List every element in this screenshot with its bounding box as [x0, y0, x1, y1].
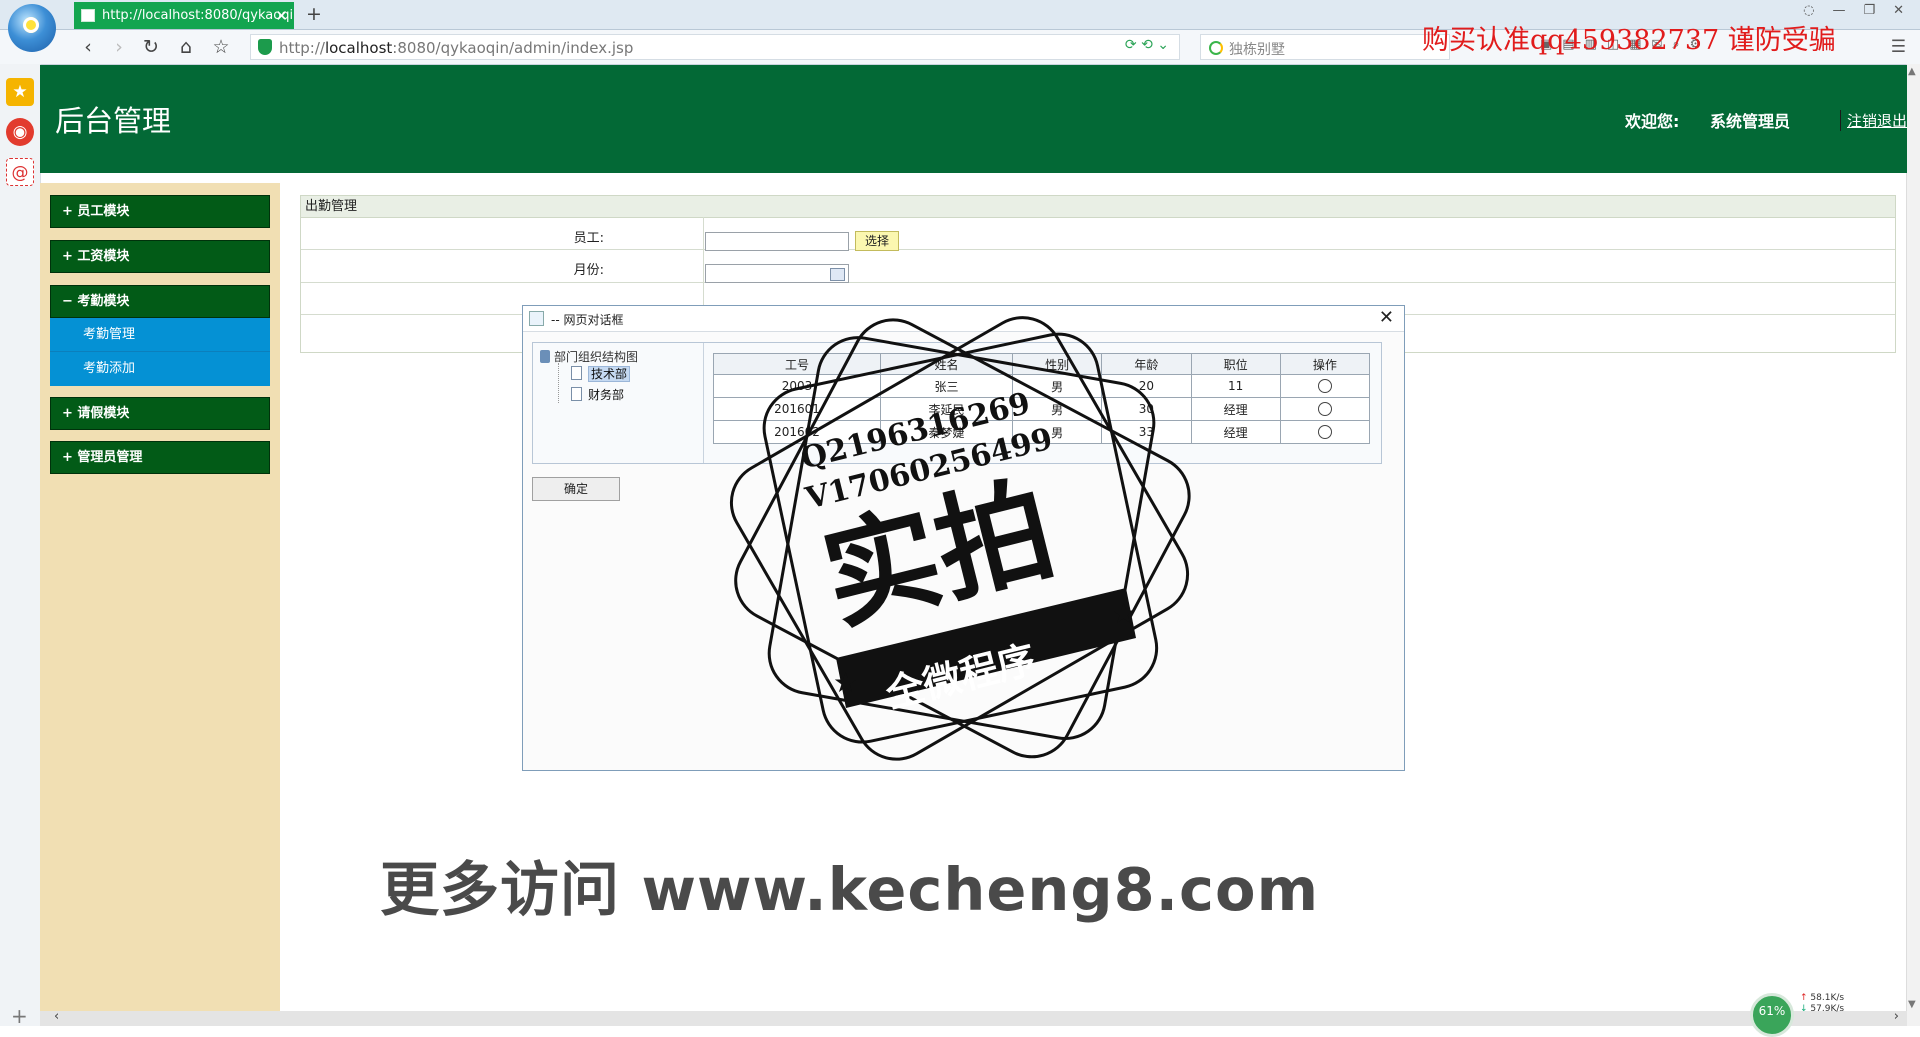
department-doc-icon — [571, 366, 582, 380]
minimize-icon[interactable]: — — [1832, 3, 1845, 18]
dialog-title: -- 网页对话框 — [551, 313, 624, 327]
sidebar-item-leave-module[interactable]: + 请假模块 — [50, 397, 270, 430]
calendar-icon[interactable] — [830, 268, 845, 281]
window-skin-icon[interactable]: ◌ — [1803, 3, 1814, 18]
page-favicon-icon — [81, 9, 95, 22]
form-row-month: 月份: — [301, 250, 1895, 283]
cell-action — [1279, 397, 1371, 421]
upload-speed: ↑ 58.1K/s — [1800, 993, 1845, 1003]
cpu-usage-badge[interactable]: 61% — [1750, 993, 1794, 1037]
dialog-close-icon[interactable]: ✕ — [1379, 307, 1394, 328]
browser-logo-icon[interactable] — [8, 4, 56, 52]
browser-side-strip: ★ ◉ @ + — [0, 64, 41, 1028]
welcome-label: 欢迎您: — [1625, 112, 1680, 131]
confirm-button[interactable]: 确定 — [532, 477, 620, 501]
select-radio[interactable] — [1317, 402, 1332, 417]
sidebar-subitem-attendance-manage[interactable]: 考勤管理 — [50, 318, 270, 352]
network-speed: ↑ 58.1K/s ↓ 57.9K/s — [1800, 993, 1844, 1015]
dialog-page-icon — [529, 311, 544, 326]
tab-close-icon[interactable]: ✕ — [275, 7, 288, 25]
add-sidebar-icon[interactable]: + — [11, 1004, 28, 1028]
purchase-watermark: 购买认准qq459382737 谨防受骗 — [1422, 25, 1836, 56]
scroll-down-icon[interactable]: ▼ — [1908, 999, 1916, 1010]
search-input[interactable]: 独栋别墅 — [1229, 39, 1285, 59]
cell-action — [1279, 374, 1371, 398]
month-date-input[interactable] — [705, 264, 849, 283]
month-label: 月份: — [573, 263, 604, 278]
browser-tab[interactable]: http://localhost:8080/qykaoqin ✕ — [74, 2, 294, 29]
vertical-scrollbar[interactable]: ▲ ▼ — [1906, 64, 1920, 1026]
bookmark-star-icon[interactable]: ☆ — [208, 34, 234, 60]
sidebar-item-admin-management[interactable]: + 管理员管理 — [50, 441, 270, 474]
search-box[interactable]: 独栋别墅 — [1200, 34, 1450, 60]
extension-icons[interactable]: ⟳ ⟲ ⌄ — [1125, 37, 1169, 53]
horizontal-scrollbar[interactable]: ‹ › — [40, 1009, 1907, 1026]
back-icon[interactable]: ‹ — [75, 34, 101, 60]
scroll-right-icon[interactable]: › — [1894, 1009, 1899, 1024]
maximize-icon[interactable]: ❐ — [1863, 3, 1875, 18]
sidebar-item-employee-module[interactable]: + 员工模块 — [50, 195, 270, 228]
select-radio[interactable] — [1317, 425, 1332, 440]
url-text: http://localhost:8080/qykaoqin/admin/ind… — [279, 39, 634, 57]
frame-divider — [703, 343, 704, 463]
mail-at-icon[interactable]: @ — [6, 158, 34, 186]
tree-item-tech-dept[interactable]: 技术部 — [571, 365, 631, 382]
system-tray-widget[interactable]: 61% ↑ 58.1K/s ↓ 57.9K/s — [1748, 991, 1876, 1037]
search-engine-icon — [1209, 41, 1223, 55]
scroll-left-icon[interactable]: ‹ — [54, 1009, 59, 1024]
home-icon[interactable]: ⌂ — [173, 34, 199, 60]
stamp-star-icon: ★ — [1111, 597, 1136, 630]
department-doc-icon — [571, 387, 582, 401]
sidebar-item-salary-module[interactable]: + 工资模块 — [50, 240, 270, 273]
column-header-action: 操作 — [1279, 353, 1371, 375]
sidebar: + 员工模块 + 工资模块 − 考勤模块 考勤管理 考勤添加 + 请假模块 + … — [40, 183, 280, 1011]
sidebar-item-attendance-module[interactable]: − 考勤模块 — [50, 285, 270, 318]
page-title: 后台管理 — [55, 104, 172, 138]
tree-connector — [558, 363, 571, 403]
new-tab-icon[interactable]: + — [306, 3, 322, 25]
select-radio[interactable] — [1317, 379, 1332, 394]
reload-icon[interactable]: ↻ — [138, 34, 164, 60]
window-controls: ◌ — ❐ ✕ — [1803, 3, 1904, 18]
scroll-up-icon[interactable]: ▲ — [1908, 66, 1916, 77]
select-employee-button[interactable]: 选择 — [855, 231, 899, 251]
cell-action — [1279, 420, 1371, 444]
employee-label: 员工: — [573, 231, 604, 246]
page-header: 后台管理 欢迎您: 系统管理员 注销退出 — [40, 65, 1907, 173]
department-tree-root[interactable]: 部门组织结构图 — [540, 348, 638, 365]
stamp-star-icon: ★ — [833, 666, 858, 699]
download-speed: ↓ 57.9K/s — [1800, 1004, 1845, 1014]
forward-icon[interactable]: › — [106, 34, 132, 60]
browser-menu-icon[interactable]: ☰ — [1891, 37, 1906, 57]
employee-input[interactable] — [705, 232, 849, 251]
org-chart-icon — [540, 350, 550, 363]
security-shield-icon — [258, 39, 272, 55]
section-title: 出勤管理 — [301, 196, 1895, 218]
current-user-name: 系统管理员 — [1710, 112, 1791, 131]
site-watermark: 更多访问 www.kecheng8.com — [380, 855, 1320, 924]
weibo-icon[interactable]: ◉ — [6, 118, 34, 146]
tree-item-finance-dept[interactable]: 财务部 — [571, 386, 624, 403]
address-bar[interactable]: http://localhost:8080/qykaoqin/admin/ind… — [250, 34, 1180, 60]
favorites-star-icon[interactable]: ★ — [6, 78, 34, 106]
window-close-icon[interactable]: ✕ — [1893, 3, 1904, 18]
logout-link[interactable]: 注销退出 — [1840, 110, 1907, 131]
sidebar-subitem-attendance-add[interactable]: 考勤添加 — [50, 352, 270, 386]
form-row-employee: 员工: — [301, 217, 1895, 250]
stamp-watermark: Q2196316269 V17060256499 实拍 全微程序 ★ ★ — [729, 316, 1191, 761]
tab-title: http://localhost:8080/qykaoqin — [102, 8, 294, 23]
